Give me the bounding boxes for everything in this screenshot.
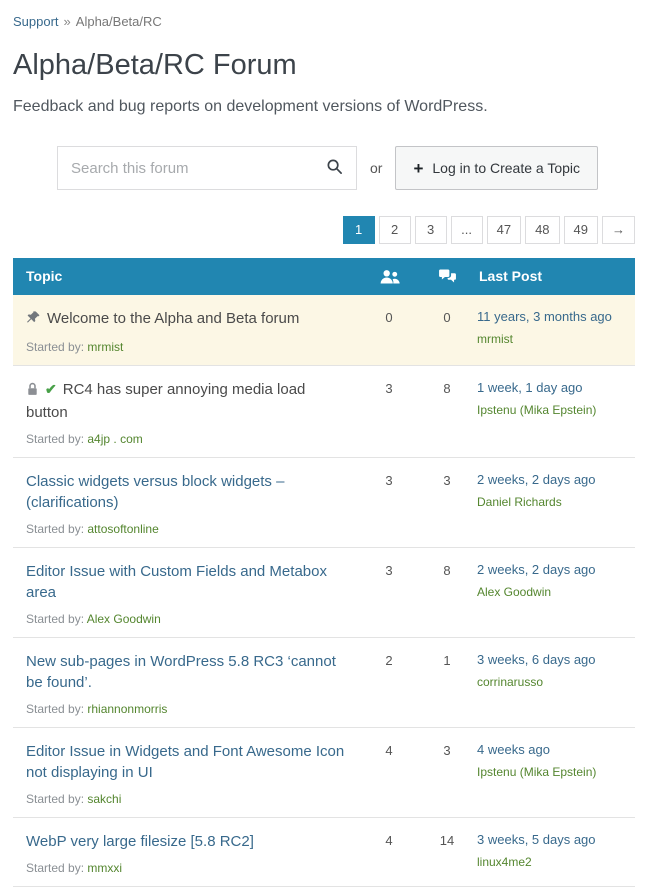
last-poster-link[interactable]: mrmist bbox=[477, 332, 627, 346]
breadcrumb: Support » Alpha/Beta/RC bbox=[13, 14, 635, 29]
or-text: or bbox=[370, 160, 383, 176]
forum-page: Support » Alpha/Beta/RC Alpha/Beta/RC Foru… bbox=[0, 0, 648, 887]
forum-description: Feedback and bug reports on development … bbox=[13, 98, 488, 115]
login-button-label: Log in to Create a Topic bbox=[432, 160, 581, 176]
topic-author-link[interactable]: mmxxi bbox=[87, 861, 122, 875]
voices-count: 0 bbox=[385, 309, 393, 325]
freshness-link[interactable]: 1 week, 1 day ago bbox=[477, 380, 627, 397]
last-poster-link[interactable]: Daniel Richards bbox=[477, 495, 627, 509]
last-poster-link[interactable]: linux4me2 bbox=[477, 855, 627, 869]
lock-icon bbox=[26, 381, 39, 402]
last-post-column-header: Last Post bbox=[479, 268, 543, 285]
table-header: Topic Last Post bbox=[13, 257, 635, 295]
voices-count: 3 bbox=[385, 562, 393, 578]
topic-row: New sub-pages in WordPress 5.8 RC3 ‘cann… bbox=[13, 637, 635, 728]
voices-count: 4 bbox=[385, 832, 393, 848]
replies-count: 3 bbox=[443, 742, 451, 758]
topic-row: WebP very large filesize [5.8 RC2] Start… bbox=[13, 817, 635, 887]
started-by-label: Started by: bbox=[26, 611, 85, 626]
voices-icon bbox=[379, 269, 400, 284]
topic-row: Welcome to the Alpha and Beta forum Star… bbox=[13, 294, 635, 366]
last-poster-link[interactable]: Ipstenu (Mika Epstein) bbox=[477, 765, 627, 779]
search-button[interactable] bbox=[315, 150, 353, 186]
topic-link[interactable]: Editor Issue with Custom Fields and Meta… bbox=[26, 563, 327, 601]
started-by-label: Started by: bbox=[26, 791, 85, 806]
replies-count: 1 bbox=[443, 652, 451, 668]
search-input[interactable] bbox=[58, 147, 323, 189]
login-create-topic-button[interactable]: + Log in to Create a Topic bbox=[395, 146, 599, 190]
pagination-page[interactable]: 49 bbox=[563, 216, 598, 244]
freshness-link[interactable]: 2 weeks, 2 days ago bbox=[477, 472, 627, 489]
freshness-link[interactable]: 4 weeks ago bbox=[477, 742, 627, 759]
started-by-label: Started by: bbox=[26, 521, 85, 536]
voices-count: 3 bbox=[385, 472, 393, 488]
topic-row: Editor Issue with Custom Fields and Meta… bbox=[13, 547, 635, 638]
started-by-label: Started by: bbox=[26, 431, 85, 446]
replies-count: 3 bbox=[443, 472, 451, 488]
resolved-check-icon: ✔ bbox=[45, 380, 57, 397]
topic-link[interactable]: RC4 has super annoying media load button bbox=[26, 381, 305, 421]
pagination-page[interactable]: 3 bbox=[414, 216, 447, 244]
topic-author-link[interactable]: attosoftonline bbox=[87, 522, 158, 536]
pin-icon bbox=[26, 310, 41, 331]
pagination-next-arrow[interactable]: → bbox=[602, 216, 635, 244]
topic-author-link[interactable]: mrmist bbox=[87, 340, 123, 354]
plus-icon: + bbox=[413, 158, 424, 178]
started-by-label: Started by: bbox=[26, 339, 85, 354]
topic-link[interactable]: Classic widgets versus block widgets – (… bbox=[26, 473, 284, 511]
topic-author-link[interactable]: sakchi bbox=[87, 792, 121, 806]
freshness-link[interactable]: 11 years, 3 months ago bbox=[477, 309, 627, 326]
pagination-page[interactable]: 2 bbox=[378, 216, 411, 244]
breadcrumb-separator: » bbox=[63, 14, 71, 29]
breadcrumb-current: Alpha/Beta/RC bbox=[75, 14, 162, 29]
search-box bbox=[57, 146, 357, 190]
pagination: 1 2 3 ... 47 48 49 → bbox=[13, 216, 635, 244]
replies-count: 8 bbox=[443, 380, 451, 396]
topic-row: Classic widgets versus block widgets – (… bbox=[13, 457, 635, 548]
replies-icon bbox=[438, 269, 457, 284]
voices-count: 3 bbox=[385, 380, 393, 396]
page-title: Alpha/Beta/RC Forum bbox=[13, 49, 297, 81]
replies-count: 8 bbox=[443, 562, 451, 578]
last-poster-link[interactable]: Ipstenu (Mika Epstein) bbox=[477, 403, 627, 417]
pagination-page[interactable]: 48 bbox=[525, 216, 560, 244]
pagination-page[interactable]: 47 bbox=[486, 216, 522, 244]
pagination-ellipsis: ... bbox=[450, 216, 483, 244]
search-row: or + Log in to Create a Topic bbox=[57, 146, 635, 190]
topic-author-link[interactable]: a4jp . com bbox=[87, 432, 142, 446]
topics-table: Topic Last Post Welcome to the Alpha and… bbox=[13, 257, 635, 887]
replies-count: 0 bbox=[443, 309, 451, 325]
topic-author-link[interactable]: Alex Goodwin bbox=[87, 612, 161, 626]
topic-link[interactable]: Editor Issue in Widgets and Font Awesome… bbox=[26, 743, 344, 781]
started-by-label: Started by: bbox=[26, 860, 85, 875]
last-poster-link[interactable]: corrinarusso bbox=[477, 675, 627, 689]
breadcrumb-support-link[interactable]: Support bbox=[13, 14, 59, 29]
freshness-link[interactable]: 3 weeks, 6 days ago bbox=[477, 652, 627, 669]
replies-count: 14 bbox=[439, 832, 455, 848]
topic-row: ✔ RC4 has super annoying media load butto… bbox=[13, 365, 635, 458]
pagination-page-current[interactable]: 1 bbox=[342, 216, 375, 244]
topic-link[interactable]: New sub-pages in WordPress 5.8 RC3 ‘cann… bbox=[26, 653, 336, 691]
voices-count: 2 bbox=[385, 652, 393, 668]
topic-author-link[interactable]: rhiannonmorris bbox=[87, 702, 167, 716]
freshness-link[interactable]: 2 weeks, 2 days ago bbox=[477, 562, 627, 579]
topic-column-header: Topic bbox=[26, 268, 63, 285]
voices-count: 4 bbox=[385, 742, 393, 758]
freshness-link[interactable]: 3 weeks, 5 days ago bbox=[477, 832, 627, 849]
last-poster-link[interactable]: Alex Goodwin bbox=[477, 585, 627, 599]
topic-row: Editor Issue in Widgets and Font Awesome… bbox=[13, 727, 635, 818]
search-icon bbox=[326, 158, 343, 178]
started-by-label: Started by: bbox=[26, 701, 85, 716]
topic-link[interactable]: WebP very large filesize [5.8 RC2] bbox=[26, 833, 254, 850]
topic-link[interactable]: Welcome to the Alpha and Beta forum bbox=[47, 310, 299, 327]
